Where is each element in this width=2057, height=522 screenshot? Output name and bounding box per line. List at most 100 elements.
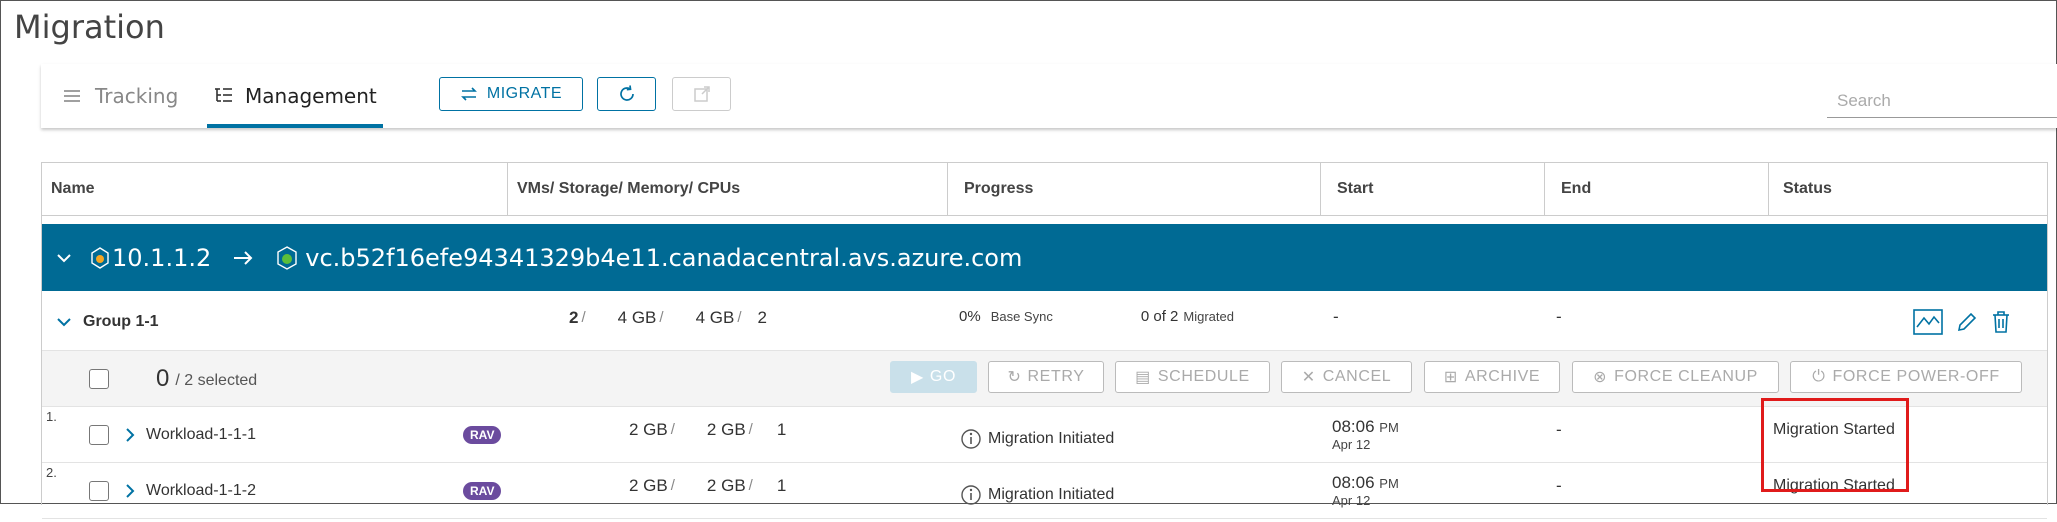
column-start[interactable]: Start	[1320, 163, 1544, 215]
start-ampm: PM	[1379, 420, 1399, 435]
go-button-label: GO	[929, 368, 956, 385]
row-expand[interactable]: Workload-1-1-1	[124, 407, 256, 462]
migrate-button[interactable]: MIGRATE	[439, 77, 583, 111]
selected-total: / 2 selected	[175, 371, 258, 389]
progress-text: Migration Initiated	[988, 429, 1115, 447]
force-power-off-button[interactable]: ⏻ FORCE POWER-OFF	[1790, 361, 2022, 393]
table-row[interactable]: 1. Workload-1-1-1 RAV 2 GB/ 2 GB/ 1 Migr…	[42, 407, 2047, 463]
retry-button-label: RETRY	[1027, 368, 1085, 385]
row-progress: Migration Initiated	[960, 467, 1114, 522]
refresh-button[interactable]	[597, 77, 656, 111]
row-storage: 2 GB	[629, 475, 668, 495]
group-vms: 2	[569, 307, 579, 327]
info-icon[interactable]	[960, 484, 982, 506]
table-header: Name VMs/ Storage/ Memory/ CPUs Progress…	[42, 163, 2047, 216]
group-memory: 4 GB	[695, 307, 735, 327]
force-cleanup-button-label: FORCE CLEANUP	[1614, 368, 1758, 385]
migrated-count: 0 of 2	[1140, 308, 1179, 325]
progress-label: Base Sync	[990, 309, 1053, 324]
row-resources: 2 GB/ 2 GB/ 1	[629, 419, 787, 439]
site-target: vc.b52f16efe94341329b4e11.canadacentral.…	[305, 243, 1023, 272]
delete-icon[interactable]	[1991, 310, 2011, 334]
chevron-down-icon[interactable]	[56, 316, 72, 328]
migrate-button-label: MIGRATE	[486, 85, 563, 102]
tab-tracking[interactable]: Tracking	[63, 64, 178, 128]
rav-badge-label: RAV	[463, 425, 502, 444]
export-button[interactable]	[672, 77, 731, 111]
chevron-right-icon[interactable]	[124, 427, 136, 443]
force-cleanup-button[interactable]: ⊗ FORCE CLEANUP	[1572, 361, 1779, 393]
table-row[interactable]: 2. Workload-1-1-2 RAV 2 GB/ 2 GB/ 1 Migr…	[42, 463, 2047, 519]
page-title: Migration	[14, 8, 165, 46]
start-time: 08:06	[1332, 473, 1375, 492]
retry-button[interactable]: ↻ RETRY	[988, 361, 1104, 393]
workload-name[interactable]: Workload-1-1-1	[146, 426, 256, 444]
selection-summary: 0 / 2 selected	[156, 351, 257, 406]
row-start: 08:06 PM Apr 12	[1332, 463, 1399, 518]
group-cpus: 2	[757, 307, 767, 327]
chevron-right-icon[interactable]	[124, 483, 136, 499]
status-highlight-box	[1761, 398, 1909, 492]
calendar-icon: ▤	[1135, 369, 1151, 386]
select-all-checkbox[interactable]	[89, 351, 109, 406]
column-status[interactable]: Status	[1768, 163, 2047, 215]
row-cpus: 1	[776, 419, 787, 439]
progress-text: Migration Initiated	[988, 485, 1115, 503]
row-checkbox[interactable]	[89, 407, 109, 462]
go-button[interactable]: ▶ GO	[890, 361, 977, 393]
progress-percent: 0%	[959, 308, 981, 325]
selected-count: 0	[156, 364, 170, 392]
search-input[interactable]: Search ›	[1827, 84, 2057, 118]
chart-icon[interactable]	[1913, 308, 1943, 335]
tab-tracking-label: Tracking	[95, 84, 179, 108]
column-end[interactable]: End	[1544, 163, 1768, 215]
edit-icon[interactable]	[1955, 310, 1979, 334]
force-power-off-button-label: FORCE POWER-OFF	[1832, 368, 2000, 385]
start-date: Apr 12	[1332, 493, 1371, 508]
row-storage: 2 GB	[629, 419, 668, 439]
site-pair-row[interactable]: 10.1.1.2 vc.b52f16efe94341329b4e11.canad…	[42, 224, 2047, 291]
schedule-button-label: SCHEDULE	[1157, 368, 1250, 385]
archive-button-label: ARCHIVE	[1464, 368, 1541, 385]
start-time: 08:06	[1332, 417, 1375, 436]
row-resources: 2 GB/ 2 GB/ 1	[629, 475, 787, 495]
column-progress[interactable]: Progress	[947, 163, 1320, 215]
checkbox[interactable]	[89, 424, 109, 445]
arrow-right-icon	[233, 250, 253, 266]
row-memory: 2 GB	[706, 419, 746, 439]
play-icon: ▶	[911, 369, 924, 386]
checkbox[interactable]	[89, 368, 109, 389]
chevron-down-icon[interactable]	[56, 252, 72, 264]
row-start: 08:06 PM Apr 12	[1332, 407, 1399, 462]
migration-table: Name VMs/ Storage/ Memory/ CPUs Progress…	[41, 162, 2048, 519]
bulk-action-bar: 0 / 2 selected ▶ GO ↻ RETRY ▤ SCHEDULE ✕ CAN…	[42, 351, 2047, 407]
tab-management[interactable]: Management	[207, 64, 383, 128]
row-index: 2.	[46, 465, 57, 480]
site-target-icon	[275, 245, 299, 271]
cancel-circle-icon: ⊗	[1593, 369, 1608, 386]
workload-name[interactable]: Workload-1-1-2	[146, 482, 256, 500]
row-expand[interactable]: Workload-1-1-2	[124, 463, 256, 518]
group-expand-toggle[interactable]: Group 1-1	[56, 293, 159, 350]
column-name[interactable]: Name	[42, 163, 507, 215]
info-icon[interactable]	[960, 428, 982, 450]
search-placeholder: Search	[1837, 90, 1891, 110]
archive-button[interactable]: ⊞ ARCHIVE	[1424, 361, 1560, 393]
close-icon: ✕	[1301, 369, 1316, 386]
row-progress: Migration Initiated	[960, 411, 1114, 466]
rav-badge: RAV	[463, 463, 502, 518]
group-storage: 4 GB	[617, 307, 657, 327]
row-checkbox[interactable]	[89, 463, 109, 518]
row-cpus: 1	[776, 475, 787, 495]
checkbox[interactable]	[89, 480, 109, 501]
row-end: -	[1556, 419, 1562, 439]
cancel-button[interactable]: ✕ CANCEL	[1281, 361, 1412, 393]
column-resources[interactable]: VMs/ Storage/ Memory/ CPUs	[507, 163, 947, 215]
tab-management-label: Management	[245, 84, 377, 108]
group-name: Group 1-1	[83, 312, 159, 330]
external-link-icon	[693, 85, 711, 103]
start-date: Apr 12	[1332, 437, 1371, 452]
tree-list-icon	[213, 84, 235, 108]
rav-badge: RAV	[463, 407, 502, 462]
schedule-button[interactable]: ▤ SCHEDULE	[1115, 361, 1270, 393]
